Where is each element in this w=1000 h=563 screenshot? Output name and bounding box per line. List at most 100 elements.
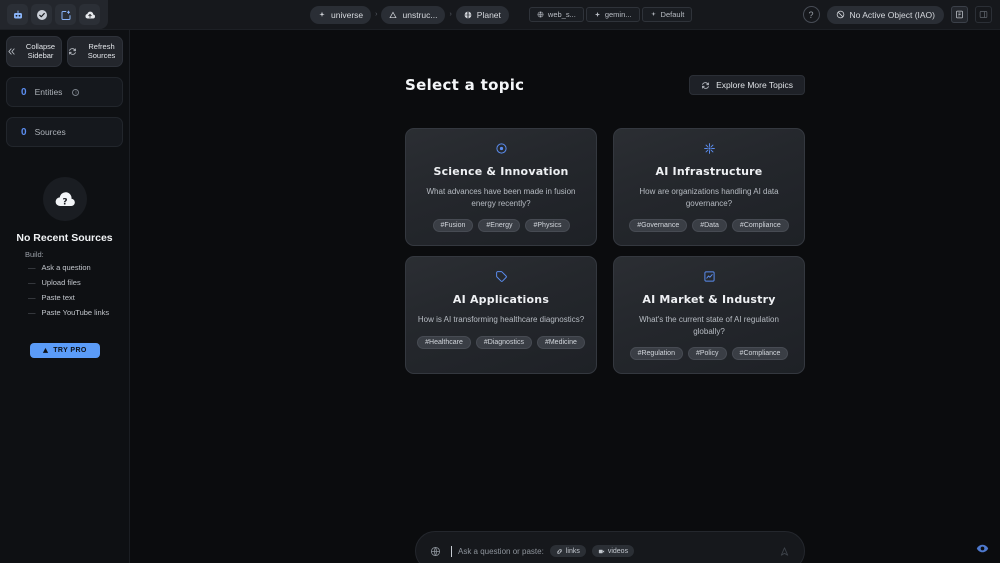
sidebar-stat-sources[interactable]: 0 Sources [6,117,123,147]
topic-tag[interactable]: #Governance [629,219,687,232]
topic-card-grid: Science & Innovation What advances have … [405,128,805,374]
dash-icon: — [28,263,36,272]
try-pro-button[interactable]: TRY PRO [30,343,100,358]
breadcrumb-separator: › [448,11,452,18]
list-item[interactable]: — Paste YouTube links [28,308,109,317]
topic-card-tags: #Healthcare #Diagnostics #Medicine [417,336,585,349]
help-button[interactable]: ? [803,6,820,23]
composer-chip-links[interactable]: links [550,545,586,557]
upgrade-icon [42,347,49,354]
breadcrumb-label: universe [331,10,363,20]
entities-label: Entities [35,87,63,97]
topic-tag[interactable]: #Policy [688,347,727,360]
list-item[interactable]: — Ask a question [28,263,109,272]
topic-tag[interactable]: #Diagnostics [476,336,532,349]
topic-card-ai-infrastructure[interactable]: AI Infrastructure How are organizations … [613,128,805,246]
dash-icon: — [28,293,36,302]
check-circle-icon[interactable] [31,4,52,25]
sidebar-empty-state: ? No Recent Sources Build: — Ask a quest… [6,177,123,358]
breadcrumb-label: unstruc... [402,10,437,20]
dash-icon: — [28,308,36,317]
star-icon [594,11,601,18]
composer-chip-videos[interactable]: videos [592,545,634,557]
main-content: Select a topic Explore More Topics Scien… [130,30,1000,563]
layout-toggle-button[interactable] [975,6,992,23]
build-item-label: Paste YouTube links [42,308,110,317]
refresh-sources-button[interactable]: Refresh Sources [67,36,123,67]
topic-tag[interactable]: #Healthcare [417,336,471,349]
topic-tag[interactable]: #Data [692,219,727,232]
topic-tag[interactable]: #Medicine [537,336,585,349]
chip-gemini[interactable]: gemin... [586,7,640,22]
topic-tag[interactable]: #Compliance [732,219,789,232]
page-title: Select a topic [405,76,524,94]
globe-icon [537,11,544,18]
sidebar-stat-entities[interactable]: 0 Entities i [6,77,123,107]
collapse-sidebar-button[interactable]: Collapse Sidebar [6,36,62,67]
list-item[interactable]: — Paste text [28,293,109,302]
sparkle-icon [318,11,326,19]
chip-label: Default [661,10,685,19]
collapse-sidebar-label: Collapse Sidebar [20,43,61,61]
dash-icon: — [28,278,36,287]
video-icon [598,548,605,555]
breadcrumb-item-planet[interactable]: Planet [456,6,509,24]
sources-count: 0 [21,127,27,138]
no-object-icon [836,10,845,19]
robot-icon[interactable] [7,4,28,25]
topic-tag[interactable]: #Physics [525,219,569,232]
send-button[interactable] [779,546,790,557]
topic-tag[interactable]: #Regulation [630,347,683,360]
topic-card-title: AI Applications [453,293,549,306]
chip-label: gemin... [605,10,632,19]
globe-icon[interactable] [430,546,441,557]
active-object-status[interactable]: No Active Object (IAO) [827,6,945,24]
build-list: — Ask a question — Upload files — Paste … [28,263,109,317]
search-input[interactable]: Ask a question or paste: links videos [451,545,769,557]
top-bar-right-controls: ? No Active Object (IAO) [803,0,993,29]
topic-card-title: AI Infrastructure [656,165,763,178]
sparkle-burst-icon [703,141,716,156]
panel-toggle-button[interactable] [951,6,968,23]
chip-web-search[interactable]: web_s... [529,7,584,22]
new-window-icon[interactable] [55,4,76,25]
build-label: Build: [25,250,44,259]
topic-card-ai-applications[interactable]: AI Applications How is AI transforming h… [405,256,597,374]
breadcrumb-item-universe[interactable]: universe [310,6,371,24]
top-bar-chip-group: web_s... gemin... Default [529,7,692,22]
empty-state-title: No Recent Sources [16,232,112,244]
topic-card-science-innovation[interactable]: Science & Innovation What advances have … [405,128,597,246]
explore-more-topics-label: Explore More Topics [716,80,793,90]
app-root: universe › unstruc... › Planet [0,0,1000,563]
topic-tag[interactable]: #Fusion [433,219,474,232]
link-icon [556,548,563,555]
try-pro-label: TRY PRO [53,347,87,354]
sidebar-actions: Collapse Sidebar Refresh Sources [6,36,123,67]
explore-more-topics-button[interactable]: Explore More Topics [689,75,805,95]
text-caret [451,546,452,557]
breadcrumb-item-unstructured[interactable]: unstruc... [381,6,445,24]
topic-card-title: AI Market & Industry [642,293,775,306]
refresh-icon [68,43,77,61]
info-icon[interactable]: i [72,89,79,96]
topic-card-ai-market-industry[interactable]: AI Market & Industry What's the current … [613,256,805,374]
topic-tag[interactable]: #Energy [478,219,520,232]
composer-placeholder: Ask a question or paste: [458,547,544,556]
topic-card-title: Science & Innovation [433,165,568,178]
chip-default[interactable]: Default [642,7,693,22]
active-object-label: No Active Object (IAO) [850,10,936,20]
cloud-upload-icon[interactable] [79,4,100,25]
refresh-icon [701,81,710,90]
composer-area: Ask a question or paste: links videos [415,531,805,563]
eye-icon[interactable] [976,542,989,555]
sidebar: Collapse Sidebar Refresh Sources 0 Entit… [0,30,130,563]
topic-tag[interactable]: #Compliance [732,347,789,360]
topic-card-tags: #Fusion #Energy #Physics [433,219,570,232]
triangle-icon [389,11,397,19]
topic-card-question: How is AI transforming healthcare diagno… [418,314,584,326]
list-item[interactable]: — Upload files [28,278,109,287]
composer-chip-label: links [566,548,580,555]
composer-bar[interactable]: Ask a question or paste: links videos [415,531,805,563]
app-body: Collapse Sidebar Refresh Sources 0 Entit… [0,30,1000,563]
topic-card-question: How are organizations handling AI data g… [624,186,794,209]
